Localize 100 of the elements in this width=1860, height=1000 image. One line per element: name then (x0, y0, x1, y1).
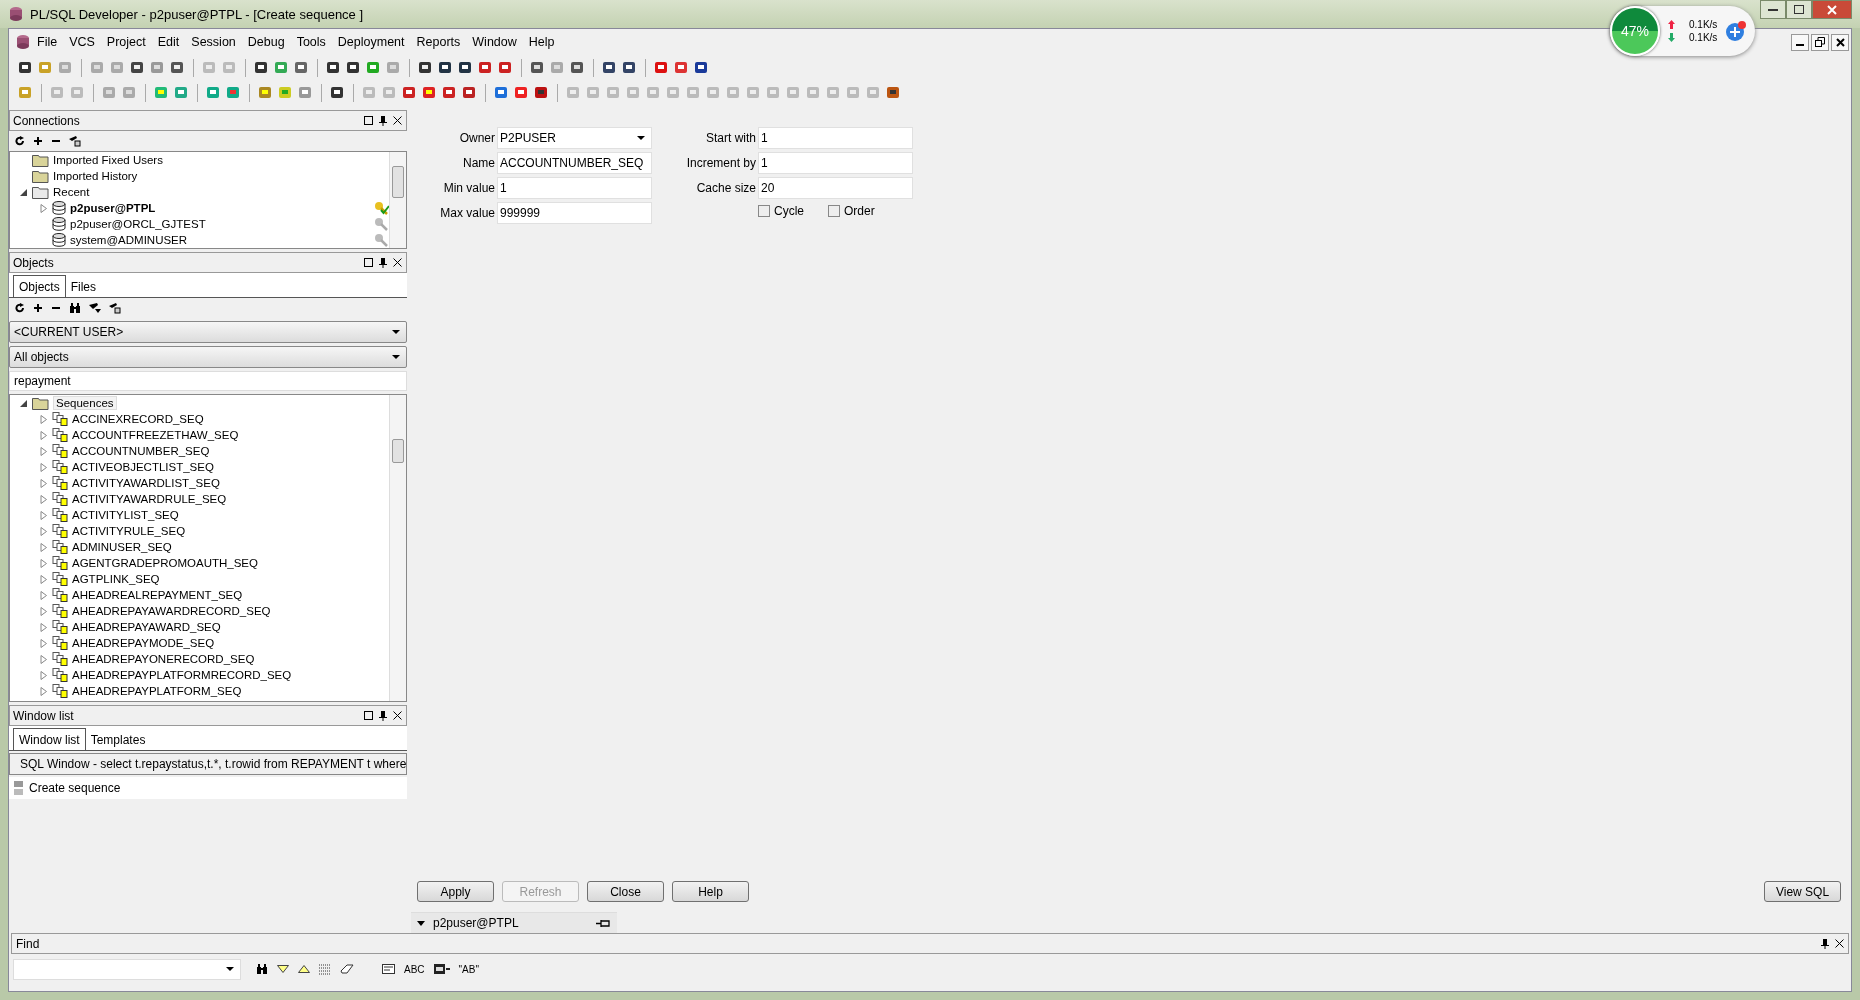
sequence-item[interactable]: ACTIVEOBJECTLIST_SEQ (72, 461, 214, 473)
expand-icon[interactable] (40, 686, 48, 696)
connection-item[interactable]: system@ADMINUSER (70, 234, 188, 246)
sequence-item[interactable]: ACTIVITYAWARDLIST_SEQ (72, 477, 220, 489)
toolbar-icon[interactable] (17, 59, 34, 76)
sequence-item[interactable]: ACTIVITYLIST_SEQ (72, 509, 179, 521)
find-previous-icon[interactable] (298, 965, 310, 973)
pin-icon[interactable] (1821, 938, 1829, 949)
close-icon[interactable] (393, 258, 402, 267)
expand-icon[interactable] (40, 430, 48, 440)
float-icon[interactable] (364, 116, 373, 125)
toolbar-icon[interactable] (497, 59, 514, 76)
sequence-item[interactable]: AHEADREPAYPLATFORMRECORD_SEQ (72, 669, 292, 681)
expand-icon[interactable] (40, 622, 48, 632)
window-list-item[interactable]: Create sequence (9, 777, 407, 799)
tree-item[interactable]: Recent (53, 186, 90, 198)
menu-item[interactable]: Tools (290, 35, 332, 49)
pin-icon[interactable] (596, 918, 610, 928)
expand-icon[interactable] (40, 542, 48, 552)
sequence-item[interactable]: ACCINEXRECORD_SEQ (72, 413, 204, 425)
toolbar-icon[interactable] (169, 59, 186, 76)
sequence-item[interactable]: ACTIVITYAWARDRULE_SEQ (72, 493, 227, 505)
float-icon[interactable] (364, 711, 373, 720)
sequence-item[interactable]: AHEADREPAYAWARDRECORD_SEQ (72, 605, 271, 617)
refresh-icon[interactable] (15, 303, 25, 313)
expand-icon[interactable] (40, 446, 48, 456)
scrollbar[interactable] (389, 395, 406, 701)
toolbar-icon[interactable] (533, 84, 550, 101)
close-icon[interactable] (393, 711, 402, 720)
toolbar-icon[interactable] (253, 59, 270, 76)
dialog-button[interactable]: Apply (417, 881, 494, 902)
input-field[interactable]: 1 (497, 177, 652, 199)
match-case-toggle[interactable]: ABC (404, 963, 425, 975)
input-field[interactable]: 999999 (497, 202, 652, 224)
toolbar-icon[interactable] (293, 59, 310, 76)
tool-icon[interactable] (69, 135, 81, 147)
input-field[interactable]: 1 (758, 152, 913, 174)
input-field[interactable]: ACCOUNTNUMBER_SEQ (497, 152, 652, 174)
find-next-icon[interactable] (277, 965, 289, 973)
tree-item[interactable]: Imported History (53, 170, 138, 182)
collapse-icon[interactable] (20, 398, 28, 408)
expand-icon[interactable] (40, 670, 48, 680)
sequence-item[interactable]: AGTPLINK_SEQ (72, 573, 160, 585)
expand-icon[interactable] (40, 638, 48, 648)
toolbar-icon[interactable] (569, 59, 586, 76)
restore-button[interactable] (1811, 33, 1829, 51)
toolbar-icon[interactable] (329, 84, 346, 101)
menu-item[interactable]: File (31, 35, 64, 49)
filter-field[interactable]: repayment (9, 371, 407, 391)
expand-icon[interactable] (40, 203, 48, 213)
pin-icon[interactable] (379, 257, 387, 268)
toolbar-icon[interactable] (457, 59, 474, 76)
dialog-button[interactable]: Close (587, 881, 664, 902)
expand-icon[interactable] (40, 478, 48, 488)
expand-icon[interactable] (40, 574, 48, 584)
expand-icon[interactable] (40, 606, 48, 616)
view-sql-button[interactable]: View SQL (1764, 881, 1841, 902)
sequence-item[interactable]: AHEADREPAYPLATFORM_SEQ (72, 685, 242, 697)
sequence-item[interactable]: ACCOUNTFREEZETHAW_SEQ (72, 429, 239, 441)
menu-item[interactable]: Deployment (331, 35, 411, 49)
minimize-button[interactable] (1760, 0, 1786, 19)
network-monitor-widget[interactable]: 47% 0.1K/s 0.1K/s (1610, 6, 1756, 56)
expand-icon[interactable] (40, 462, 48, 472)
toolbar-icon[interactable] (885, 84, 902, 101)
tree-item[interactable]: Imported Fixed Users (53, 154, 163, 166)
object-type-dropdown[interactable]: All objects (9, 346, 407, 368)
checkbox[interactable] (758, 205, 770, 217)
menu-item[interactable]: Help (522, 35, 561, 49)
maximize-button[interactable] (1786, 0, 1812, 19)
menu-item[interactable]: Window (466, 35, 523, 49)
pin-icon[interactable] (379, 115, 387, 126)
expand-icon[interactable] (40, 526, 48, 536)
expand-icon[interactable] (40, 558, 48, 568)
menu-item[interactable]: Debug (241, 35, 291, 49)
sequence-item[interactable]: AGENTGRADEPROMOAUTH_SEQ (72, 557, 258, 569)
menu-item[interactable]: Reports (410, 35, 467, 49)
input-field[interactable]: 20 (758, 177, 913, 199)
owner-dropdown[interactable]: P2PUSER (497, 127, 652, 149)
scrollbar[interactable] (389, 152, 406, 248)
tab[interactable]: Templates (85, 730, 151, 750)
pin-icon[interactable] (379, 710, 387, 721)
connection-item[interactable]: p2puser@ORCL_GJTEST (70, 218, 206, 230)
toolbar-icon[interactable] (325, 59, 342, 76)
connection-item[interactable]: p2puser@PTPL (70, 202, 156, 214)
expand-icon[interactable] (40, 510, 48, 520)
tab[interactable]: Objects (13, 275, 66, 297)
plus-icon[interactable] (33, 303, 43, 313)
sequence-item[interactable]: AHEADREPAYMODE_SEQ (72, 637, 215, 649)
toolbar-icon[interactable] (529, 59, 546, 76)
menu-item[interactable]: Project (100, 35, 152, 49)
highlight-all-icon[interactable] (319, 963, 331, 975)
quoted-search-toggle[interactable]: "AB" (458, 963, 479, 975)
toolbar-icon[interactable] (129, 59, 146, 76)
connection-name[interactable]: p2puser@PTPL (433, 916, 588, 930)
expand-icon[interactable] (40, 414, 48, 424)
tree-item[interactable]: Sequences (53, 396, 117, 410)
input-field[interactable]: 1 (758, 127, 913, 149)
binoculars-icon[interactable] (69, 303, 81, 313)
toolbar-icon[interactable] (417, 59, 434, 76)
owner-dropdown[interactable]: <CURRENT USER> (9, 321, 407, 343)
